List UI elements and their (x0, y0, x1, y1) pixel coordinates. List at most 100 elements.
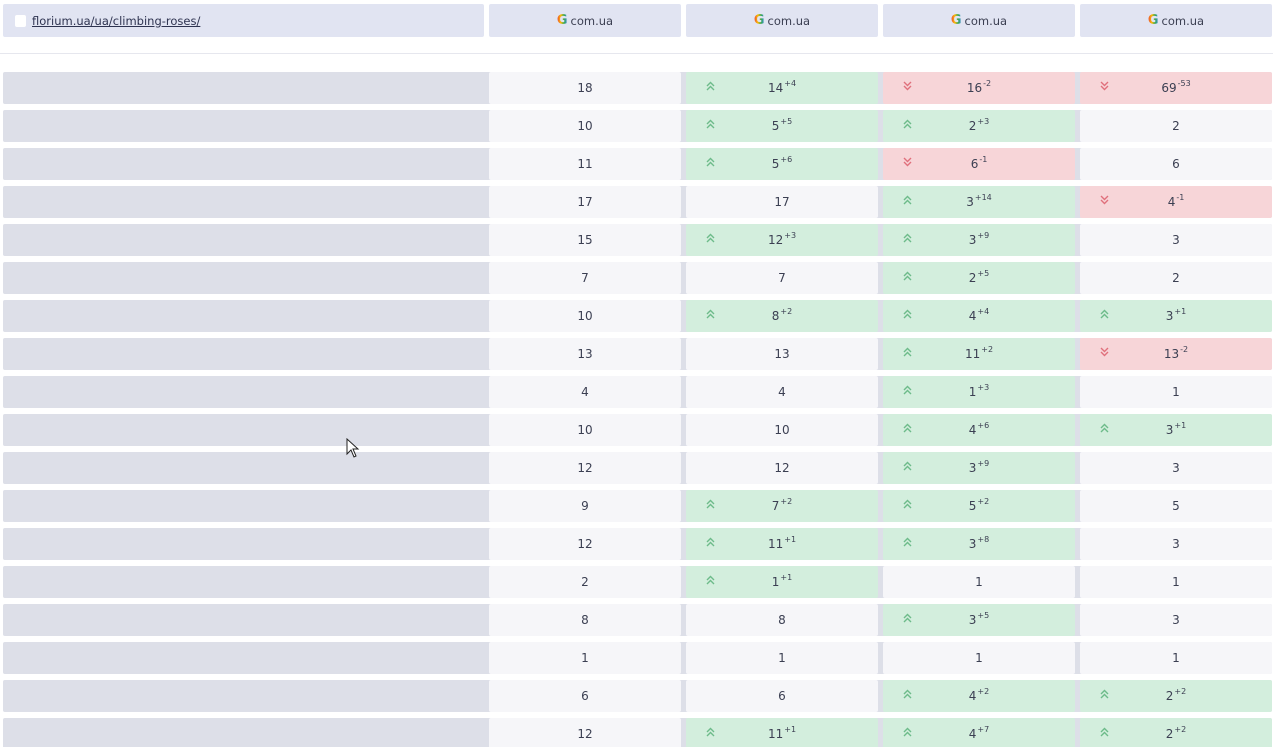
position-cell-base: 8 (489, 604, 681, 636)
position-value: 4 (968, 423, 977, 437)
engine-label: com.ua (1161, 13, 1205, 28)
table-row: рози плетисті772+52 (3, 262, 1272, 294)
keyword-cell: рози плетисті (3, 262, 1272, 294)
table-row: виткі троянди купити21+111 (3, 566, 1272, 598)
position-cell-flat: 2 (1080, 110, 1272, 142)
engine-header-1[interactable]: Gcom.ua (489, 4, 681, 37)
position-delta: +3 (977, 382, 990, 392)
table-row: плетисті троянди сорти108+24+43+1 (3, 300, 1272, 332)
position-delta: -2 (983, 78, 992, 88)
position-cell-up: 8 +2 (686, 300, 878, 332)
double-chevron-up-icon (706, 81, 715, 94)
position-cell-base: 12 (489, 452, 681, 484)
position-value: 3 (1172, 233, 1180, 247)
position-cell-up: 2 +2 (1080, 718, 1272, 747)
position-cell-base: 13 (489, 338, 681, 370)
position-cell-base: 10 (489, 414, 681, 446)
double-chevron-down-icon (1100, 195, 1109, 208)
double-chevron-up-icon (903, 537, 912, 550)
position-cell-up: 4 +6 (883, 414, 1075, 446)
keyword-cell: плетючі троянди (3, 718, 1272, 747)
engine-header-4[interactable]: Gcom.ua (1080, 4, 1272, 37)
position-cell-up: 3 +9 (883, 224, 1075, 256)
keyword-cell: плетиста троянда (3, 338, 1272, 370)
keyword-cell: троянди плетисті купити (3, 414, 1272, 446)
position-cell-up: 4 +7 (883, 718, 1075, 747)
position-delta: -53 (1177, 78, 1191, 88)
table-header: florium.ua/ua/climbing-roses/ Gcom.ua Gco… (3, 4, 1272, 37)
position-value: 1 (1172, 575, 1180, 589)
position-value: 5 (771, 157, 780, 171)
keyword-cell: виткі троянди (3, 642, 1272, 674)
engine-label: com.ua (964, 13, 1008, 28)
position-value: 3 (1172, 461, 1180, 475)
page-url-link[interactable]: florium.ua/ua/climbing-roses/ (32, 14, 200, 28)
select-all-checkbox[interactable] (15, 14, 26, 27)
double-chevron-up-icon (903, 613, 912, 626)
position-value: 12 (767, 233, 784, 247)
position-value: 1 (968, 385, 977, 399)
position-value: 11 (767, 727, 784, 741)
engine-label: com.ua (767, 13, 811, 28)
table-row: плетисті рози441+31 (3, 376, 1272, 408)
keyword-cell: купити плетючу троянду (3, 680, 1272, 712)
position-value: 5 (771, 119, 780, 133)
position-value: 3 (1165, 423, 1174, 437)
engine-header-2[interactable]: Gcom.ua (686, 4, 878, 37)
double-chevron-up-icon (1100, 727, 1109, 740)
position-cell-flat: 8 (686, 604, 878, 636)
position-delta: +3 (977, 116, 990, 126)
position-cell-flat: 3 (1080, 224, 1272, 256)
position-cell-base: 10 (489, 300, 681, 332)
position-cell-up: 1 +3 (883, 376, 1075, 408)
position-value: 3 (968, 461, 977, 475)
position-value: 11 (577, 157, 593, 171)
position-cell-up: 5 +2 (883, 490, 1075, 522)
mouse-cursor-icon (346, 438, 360, 458)
position-value: 7 (771, 499, 780, 513)
position-cell-base: 4 (489, 376, 681, 408)
double-chevron-up-icon (706, 157, 715, 170)
position-cell-up: 4 +4 (883, 300, 1075, 332)
double-chevron-up-icon (903, 347, 912, 360)
position-cell-up: 5 +5 (686, 110, 878, 142)
keyword-cell: виткі троянди купити (3, 566, 1272, 598)
position-value: 3 (968, 537, 977, 551)
position-delta: +9 (977, 458, 990, 468)
position-delta: +2 (780, 496, 793, 506)
keyword-cell: купити плетючі троянди (3, 452, 1272, 484)
double-chevron-up-icon (903, 233, 912, 246)
position-value: 11 (767, 537, 784, 551)
position-cell-down: 16 -2 (883, 72, 1075, 104)
table-row: плетючі троянди купити1211+13+83 (3, 528, 1272, 560)
position-delta: -2 (1180, 344, 1189, 354)
url-header-cell: florium.ua/ua/climbing-roses/ (3, 4, 484, 37)
keyword-cell: троянди плетисті (3, 186, 1272, 218)
position-cell-flat: 1 (686, 642, 878, 674)
position-cell-up: 2 +3 (883, 110, 1075, 142)
position-value: 18 (577, 81, 593, 95)
position-cell-flat: 3 (1080, 452, 1272, 484)
position-value: 15 (577, 233, 593, 247)
position-value: 8 (581, 613, 589, 627)
position-cell-base: 11 (489, 148, 681, 180)
position-delta: +9 (977, 230, 990, 240)
position-value: 17 (577, 195, 593, 209)
double-chevron-up-icon (903, 727, 912, 740)
position-cell-base: 12 (489, 528, 681, 560)
position-value: 8 (771, 309, 780, 323)
double-chevron-up-icon (1100, 689, 1109, 702)
double-chevron-up-icon (903, 119, 912, 132)
table-row: троянди плетисті купити10104+63+1 (3, 414, 1272, 446)
position-cell-flat: 6 (1080, 148, 1272, 180)
engine-header-3[interactable]: Gcom.ua (883, 4, 1075, 37)
position-cell-up: 14 +4 (686, 72, 878, 104)
position-cell-base: 17 (489, 186, 681, 218)
position-cell-flat: 3 (1080, 528, 1272, 560)
double-chevron-down-icon (1100, 347, 1109, 360)
double-chevron-up-icon (706, 309, 715, 322)
position-cell-down: 6 -1 (883, 148, 1075, 180)
double-chevron-up-icon (903, 423, 912, 436)
position-delta: +1 (784, 534, 797, 544)
position-cell-flat: 7 (686, 262, 878, 294)
